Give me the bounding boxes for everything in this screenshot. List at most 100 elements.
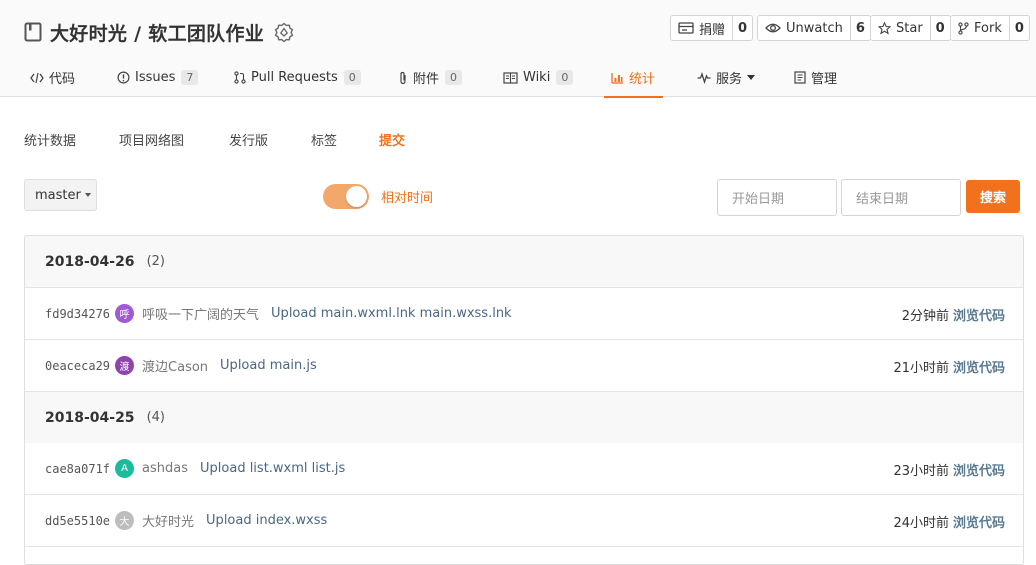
browse-code-link[interactable]: 浏览代码 xyxy=(953,305,1005,324)
commit-row: 0eaceca29 渡 渡边Cason Upload main.js 21小时前… xyxy=(25,340,1023,392)
commit-time: 24小时前 xyxy=(893,515,949,531)
relative-time-toggle[interactable] xyxy=(323,184,369,209)
chevron-down-icon xyxy=(747,75,756,80)
star-group: Star 0 xyxy=(870,15,951,41)
browse-code-link[interactable]: 浏览代码 xyxy=(953,357,1005,376)
tab-code[interactable]: 代码 xyxy=(30,58,75,97)
star-button[interactable]: Star xyxy=(871,16,930,40)
donate-label: 捐赠 xyxy=(699,22,726,38)
commit-message[interactable]: Upload list.wxml list.js xyxy=(200,461,345,476)
commit-list: 2018-04-26 (2) fd9d34276 呼 呼吸一下广阔的天气 Upl… xyxy=(24,235,1024,565)
browse-code-link[interactable]: 浏览代码 xyxy=(953,512,1005,531)
commit-sha[interactable]: fd9d34276 xyxy=(45,307,110,321)
fork-count[interactable]: 0 xyxy=(1008,16,1029,40)
commit-sha[interactable]: cae8a071f xyxy=(45,462,110,476)
tab-issues[interactable]: Issues 7 xyxy=(117,58,199,97)
watch-button[interactable]: Unwatch xyxy=(758,16,850,40)
star-icon xyxy=(878,21,891,35)
avatar[interactable]: 渡 xyxy=(115,356,135,375)
tab-stats-label: 统计 xyxy=(629,72,656,87)
donate-icon xyxy=(678,22,694,34)
subnav-network-graph[interactable]: 项目网络图 xyxy=(119,130,184,149)
commit-meta: 21小时前 浏览代码 xyxy=(893,340,1005,392)
subnav-commits[interactable]: 提交 xyxy=(379,130,405,149)
chevron-down-icon xyxy=(84,193,91,197)
commit-row: fd9d34276 呼 呼吸一下广阔的天气 Upload main.wxml.l… xyxy=(25,288,1023,340)
document-icon xyxy=(794,71,806,84)
fork-label: Fork xyxy=(974,20,1002,36)
relative-time-label: 相对时间 xyxy=(381,191,434,206)
commit-message[interactable]: Upload main.wxml.lnk main.wxss.lnk xyxy=(271,306,512,321)
start-date-input[interactable]: 开始日期 xyxy=(717,179,837,216)
repo-name[interactable]: 大好时光 / 软工团队作业 xyxy=(50,19,264,46)
tab-code-label: 代码 xyxy=(49,72,76,87)
toggle-knob xyxy=(346,186,367,207)
fork-group: Fork 0 xyxy=(950,15,1030,41)
commit-message[interactable]: Upload main.js xyxy=(220,358,317,373)
commit-author[interactable]: 呼吸一下广阔的天气 xyxy=(142,304,259,323)
branch-name: master xyxy=(35,187,81,203)
end-date-placeholder: 结束日期 xyxy=(856,192,909,207)
commit-sha[interactable]: dd5e5510e xyxy=(45,514,110,528)
watch-count[interactable]: 6 xyxy=(849,16,870,40)
commit-author[interactable]: 大好时光 xyxy=(142,511,194,530)
recommend-badge-icon[interactable] xyxy=(274,22,294,42)
commit-time: 2分钟前 xyxy=(901,308,949,324)
fork-button[interactable]: Fork xyxy=(951,16,1009,40)
donate-button[interactable]: 捐赠 xyxy=(671,16,733,40)
group-date: 2018-04-26 xyxy=(45,253,135,270)
commit-row: cae8a071f A ashdas Upload list.wxml list… xyxy=(25,443,1023,495)
subnav-stats-data[interactable]: 统计数据 xyxy=(24,130,76,149)
avatar[interactable]: 呼 xyxy=(115,304,135,323)
commit-meta: 2分钟前 浏览代码 xyxy=(902,288,1005,340)
commit-author[interactable]: ashdas xyxy=(142,461,188,476)
code-icon xyxy=(30,72,44,83)
commit-time: 23小时前 xyxy=(893,463,949,479)
tab-pull-requests[interactable]: Pull Requests 0 xyxy=(234,58,361,97)
browse-code-link[interactable]: 浏览代码 xyxy=(953,460,1005,479)
commit-sha[interactable]: 0eaceca29 xyxy=(45,359,110,373)
tab-issues-count: 7 xyxy=(181,70,199,85)
tab-wiki-count: 0 xyxy=(556,70,574,85)
commit-author[interactable]: 渡边Cason xyxy=(142,356,208,375)
commit-row: dd5e5510e 大 大好时光 Upload index.wxss 24小时前… xyxy=(25,495,1023,547)
donate-count[interactable]: 0 xyxy=(732,16,753,40)
commit-meta: 23小时前 浏览代码 xyxy=(893,443,1005,495)
group-date: 2018-04-25 xyxy=(45,409,135,426)
commit-time: 21小时前 xyxy=(893,360,949,376)
paperclip-icon xyxy=(400,71,406,84)
book-icon xyxy=(503,71,518,84)
tab-attachments-label: 附件 xyxy=(413,72,440,87)
pull-request-icon xyxy=(234,71,246,84)
tab-manage[interactable]: 管理 xyxy=(794,58,837,97)
search-button[interactable]: 搜索 xyxy=(966,180,1020,213)
commit-meta: 24小时前 浏览代码 xyxy=(893,495,1005,547)
pulse-icon xyxy=(697,71,711,84)
star-count[interactable]: 0 xyxy=(929,16,950,40)
tab-issues-label: Issues xyxy=(135,70,176,85)
end-date-input[interactable]: 结束日期 xyxy=(841,179,961,216)
group-count: (4) xyxy=(146,410,165,425)
branch-dropdown[interactable]: master xyxy=(24,179,97,211)
watch-group: Unwatch 6 xyxy=(757,15,871,41)
avatar[interactable]: A xyxy=(115,459,135,478)
tab-attachments[interactable]: 附件 0 xyxy=(398,58,463,97)
tab-wiki-label: Wiki xyxy=(523,70,551,85)
tab-manage-label: 管理 xyxy=(811,72,838,87)
avatar[interactable]: 大 xyxy=(115,511,135,530)
tab-stats[interactable]: 统计 xyxy=(604,58,663,98)
fork-icon xyxy=(958,21,969,35)
commit-group-header: 2018-04-26 (2) xyxy=(25,236,1023,288)
commit-group-header: 2018-04-25 (4) xyxy=(25,392,1023,444)
repo-title-bar: 大好时光 / 软工团队作业 xyxy=(24,16,294,48)
tab-services[interactable]: 服务 xyxy=(697,58,756,97)
tab-attachments-count: 0 xyxy=(445,70,463,85)
subnav-releases[interactable]: 发行版 xyxy=(229,130,268,149)
subnav-tags[interactable]: 标签 xyxy=(311,130,337,149)
tab-pull-requests-label: Pull Requests xyxy=(251,70,338,85)
tab-wiki[interactable]: Wiki 0 xyxy=(503,58,574,97)
commit-message[interactable]: Upload index.wxss xyxy=(206,513,327,528)
group-count: (2) xyxy=(146,254,165,269)
issue-icon xyxy=(117,71,130,84)
eye-icon xyxy=(765,23,781,33)
